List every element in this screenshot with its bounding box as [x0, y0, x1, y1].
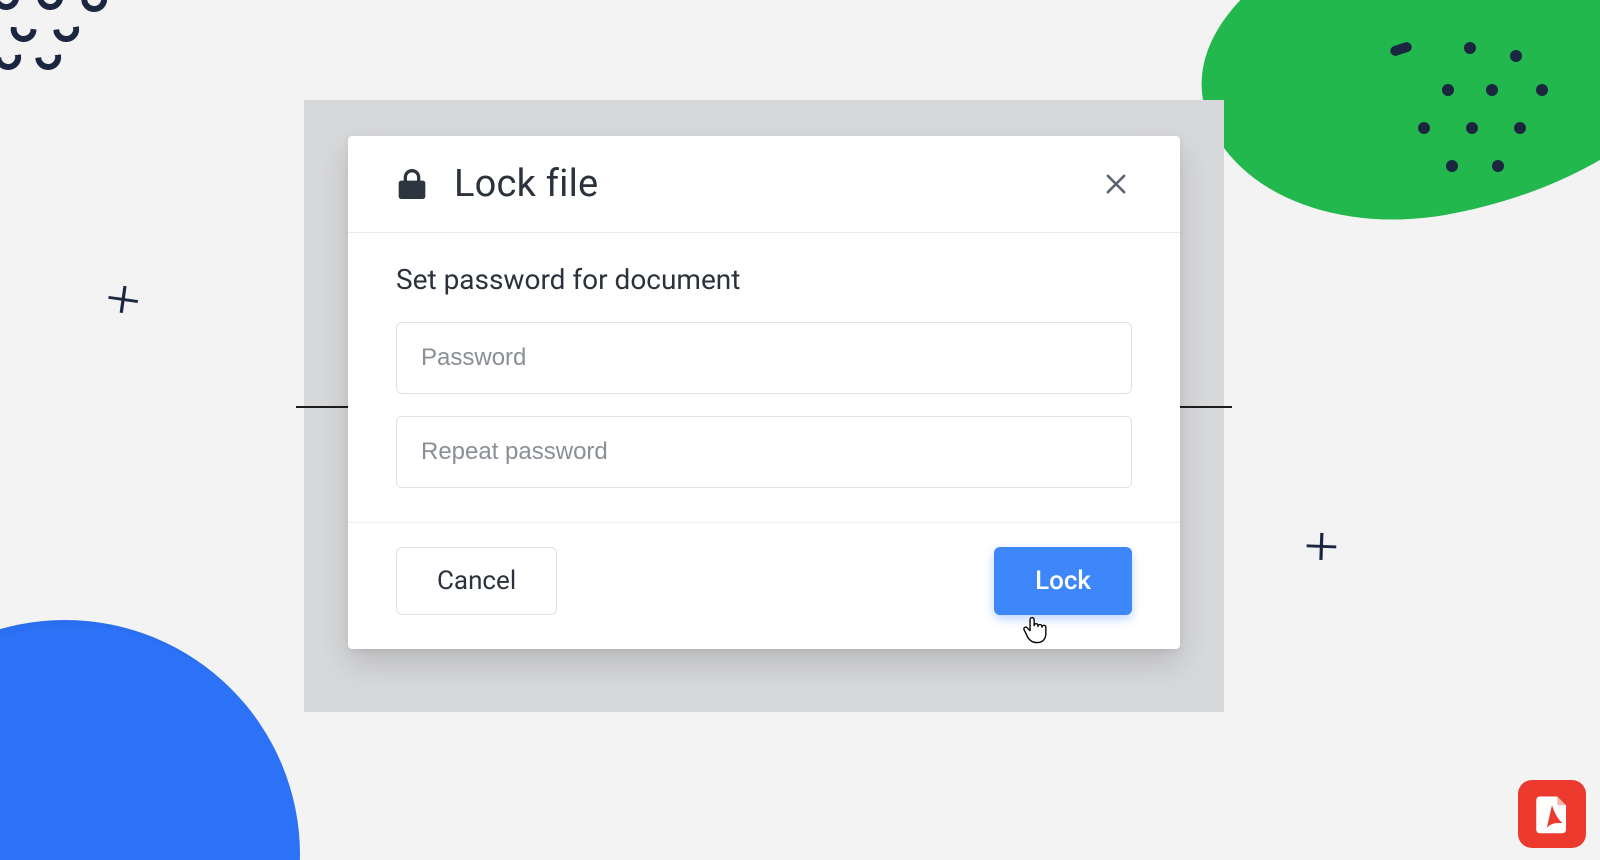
dialog-header: Lock file — [348, 136, 1180, 233]
password-input[interactable] — [396, 322, 1132, 394]
dialog-body: Set password for document — [348, 233, 1180, 504]
decorative-dots-top-right — [1230, 30, 1570, 230]
repeat-password-input[interactable] — [396, 416, 1132, 488]
pdf-app-badge — [1518, 780, 1586, 848]
dialog-subtitle: Set password for document — [396, 263, 1132, 296]
lock-icon — [392, 164, 432, 204]
decorative-plus-right — [1305, 517, 1357, 569]
lock-file-dialog: Lock file Set password for document Canc… — [348, 136, 1180, 649]
cancel-button[interactable]: Cancel — [396, 547, 557, 615]
decorative-blob-green — [1178, 0, 1600, 253]
decorative-marks-top-left — [0, 0, 162, 94]
decorative-plus-left — [105, 269, 161, 325]
pdf-icon — [1531, 793, 1573, 835]
dialog-footer: Cancel Lock — [348, 522, 1180, 649]
decorative-blob-blue — [0, 620, 300, 860]
dialog-title-wrap: Lock file — [392, 162, 598, 206]
close-icon — [1102, 170, 1130, 198]
dialog-title: Lock file — [454, 162, 598, 206]
lock-button[interactable]: Lock — [994, 547, 1132, 615]
close-button[interactable] — [1096, 164, 1136, 204]
